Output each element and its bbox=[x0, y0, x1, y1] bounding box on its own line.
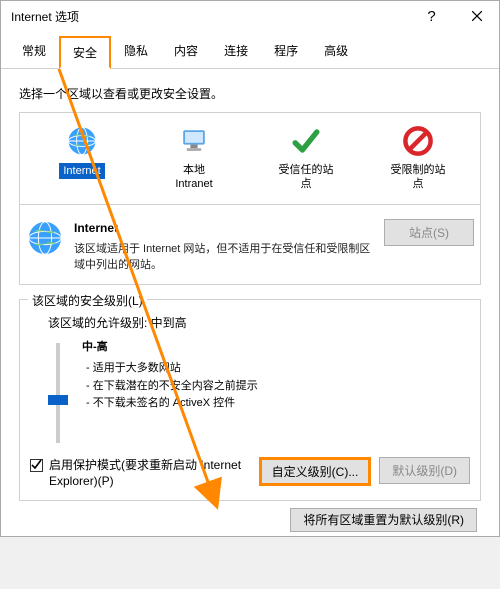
zone-caption: Internet bbox=[59, 163, 104, 179]
groupbox-title: 该区域的安全级别(L) bbox=[28, 292, 147, 309]
zone-trusted-sites[interactable]: 受信任的站 点 bbox=[250, 121, 362, 196]
window-title: Internet 选项 bbox=[11, 8, 409, 25]
close-icon bbox=[472, 9, 482, 24]
protected-mode-label: 启用保护模式(要求重新启动 Internet Explorer)(P) bbox=[49, 457, 245, 491]
slider-info: 中-高 - 适用于大多数网站 - 在下载潜在的不安全内容之前提示 - 不下载未签… bbox=[82, 339, 470, 413]
default-level-button[interactable]: 默认级别(D) bbox=[379, 457, 470, 484]
tab-strip: 常规 安全 隐私 内容 连接 程序 高级 bbox=[1, 31, 499, 69]
zone-info-desc: 该区域适用于 Internet 网站，但不适用于在受信任和受限制区域中列出的网站… bbox=[74, 241, 374, 274]
globe-icon bbox=[64, 123, 100, 159]
tab-advanced[interactable]: 高级 bbox=[311, 35, 361, 68]
tab-content[interactable]: 内容 bbox=[161, 35, 211, 68]
sites-button[interactable]: 站点(S) bbox=[384, 219, 474, 246]
internet-options-dialog: Internet 选项 ? 常规 安全 隐私 内容 连接 程序 高级 选择一个区… bbox=[0, 0, 500, 537]
custom-level-button[interactable]: 自定义级别(C)... bbox=[259, 457, 372, 486]
zone-caption: 受限制的站 bbox=[391, 163, 446, 177]
computer-icon bbox=[176, 123, 212, 159]
slider-track bbox=[56, 343, 60, 443]
level-bullet: - 不下载未签名的 ActiveX 控件 bbox=[82, 395, 470, 413]
zone-internet[interactable]: Internet bbox=[26, 121, 138, 196]
allowed-levels-label: 该区域的允许级别: 中到高 bbox=[48, 314, 470, 331]
slider-thumb[interactable] bbox=[48, 395, 68, 405]
zone-info: Internet 该区域适用于 Internet 网站，但不适用于在受信任和受限… bbox=[19, 205, 481, 285]
zone-select-label: 选择一个区域以查看或更改安全设置。 bbox=[19, 85, 481, 102]
tab-general[interactable]: 常规 bbox=[9, 35, 59, 68]
zone-info-title: Internet bbox=[74, 219, 374, 237]
zone-list: Internet 本地 Intranet 受信任的站 点 bbox=[19, 112, 481, 205]
help-button[interactable]: ? bbox=[409, 1, 454, 31]
reset-all-zones-button[interactable]: 将所有区域重置为默认级别(R) bbox=[290, 508, 477, 532]
zone-caption-sub: Intranet bbox=[140, 177, 248, 191]
protected-mode-checkbox-row[interactable]: 启用保护模式(要求重新启动 Internet Explorer)(P) bbox=[30, 457, 245, 491]
close-button[interactable] bbox=[454, 1, 499, 31]
security-level-group: 该区域的安全级别(L) 该区域的允许级别: 中到高 中-高 - 适用于大多数网站… bbox=[19, 299, 481, 502]
level-bullet: - 在下载潜在的不安全内容之前提示 bbox=[82, 378, 470, 396]
zone-caption-sub: 点 bbox=[252, 177, 360, 191]
level-name: 中-高 bbox=[82, 339, 470, 357]
level-bullet: - 适用于大多数网站 bbox=[82, 360, 470, 378]
tab-security[interactable]: 安全 bbox=[59, 36, 111, 69]
checkbox[interactable] bbox=[30, 459, 43, 472]
zone-restricted-sites[interactable]: 受限制的站 点 bbox=[362, 121, 474, 196]
prohibited-icon bbox=[400, 123, 436, 159]
titlebar: Internet 选项 ? bbox=[1, 1, 499, 31]
zone-local-intranet[interactable]: 本地 Intranet bbox=[138, 121, 250, 196]
security-level-slider[interactable] bbox=[48, 343, 68, 443]
tab-privacy[interactable]: 隐私 bbox=[111, 35, 161, 68]
tab-connections[interactable]: 连接 bbox=[211, 35, 261, 68]
tab-content-area: 选择一个区域以查看或更改安全设置。 Internet 本地 Intranet bbox=[1, 69, 499, 536]
checkmark-icon bbox=[288, 123, 324, 159]
globe-icon bbox=[26, 219, 64, 257]
zone-caption: 受信任的站 bbox=[279, 163, 334, 177]
zone-caption-sub: 点 bbox=[364, 177, 472, 191]
tab-programs[interactable]: 程序 bbox=[261, 35, 311, 68]
zone-caption: 本地 bbox=[183, 163, 205, 177]
